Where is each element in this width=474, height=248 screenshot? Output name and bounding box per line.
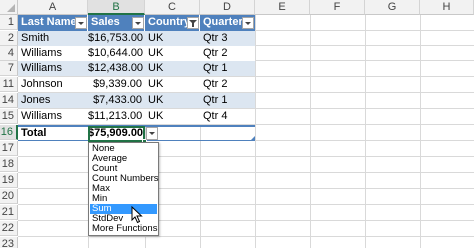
cell-country[interactable]: UK <box>145 77 200 92</box>
cell-quarter[interactable]: Qtr 3 <box>200 31 255 46</box>
cell-country[interactable]: UK <box>145 46 200 61</box>
column-header-c[interactable]: C <box>145 0 200 15</box>
column-header-a[interactable]: A <box>18 0 88 15</box>
total-function-dropdown-icon[interactable] <box>146 127 158 140</box>
mouse-pointer-icon <box>131 206 143 224</box>
cell-quarter[interactable]: Qtr 4 <box>200 109 255 124</box>
cell-last-name[interactable]: Williams <box>18 61 88 76</box>
cell-last-name[interactable]: Johnson <box>18 77 88 92</box>
cell-country[interactable]: UK <box>145 61 200 76</box>
gridline <box>18 188 474 189</box>
cell-country[interactable]: UK <box>145 31 200 46</box>
cell-quarter[interactable]: Qtr 1 <box>200 61 255 76</box>
filter-dropdown-icon[interactable] <box>75 17 87 29</box>
total-label[interactable]: Total <box>18 126 88 141</box>
cell-last-name[interactable]: Williams <box>18 46 88 61</box>
row-header-22[interactable]: 22 <box>0 221 18 236</box>
cell-country[interactable]: UK <box>145 109 200 124</box>
column-header-g[interactable]: G <box>365 0 420 15</box>
cell-last-name[interactable]: Jones <box>18 93 88 108</box>
filter-dropdown-icon[interactable] <box>132 17 144 29</box>
spreadsheet-grid[interactable]: A B C D E F G H 1 2 4 7 11 14 15 16 17 1… <box>0 0 474 248</box>
cell-sales[interactable]: $11,213.00 <box>88 109 145 124</box>
filter-active-icon[interactable] <box>187 17 199 29</box>
column-header-b[interactable]: B <box>88 0 145 15</box>
cell-quarter[interactable]: Qtr 1 <box>200 93 255 108</box>
row-header-19[interactable]: 19 <box>0 173 18 188</box>
row-header-21[interactable]: 21 <box>0 205 18 220</box>
gridline <box>365 15 366 248</box>
gridline <box>18 156 474 157</box>
row-header-15[interactable]: 15 <box>0 109 18 124</box>
gridline <box>420 15 421 248</box>
function-option-more-functions[interactable]: More Functions <box>90 224 157 234</box>
cell-sales[interactable]: $9,339.00 <box>88 77 145 92</box>
row-header-14[interactable]: 14 <box>0 93 18 108</box>
column-header-d[interactable]: D <box>200 0 255 15</box>
row-header-20[interactable]: 20 <box>0 189 18 204</box>
filter-dropdown-icon[interactable] <box>242 17 254 29</box>
cell-sales[interactable]: $7,433.00 <box>88 93 145 108</box>
cell-sales[interactable]: $12,438.00 <box>88 61 145 76</box>
gridline <box>18 236 474 237</box>
cell-country[interactable]: UK <box>145 93 200 108</box>
row-header-18[interactable]: 18 <box>0 157 18 172</box>
row-header-23[interactable]: 23 <box>0 237 18 248</box>
table-resize-handle-icon[interactable] <box>251 136 255 140</box>
gridline <box>18 172 474 173</box>
column-header-h[interactable]: H <box>420 0 474 15</box>
row-header-4[interactable]: 4 <box>0 46 18 61</box>
select-all-corner[interactable] <box>0 0 18 15</box>
row-header-1[interactable]: 1 <box>0 15 18 30</box>
gridline <box>18 204 474 205</box>
gridline <box>255 15 256 248</box>
column-header-f[interactable]: F <box>310 0 365 15</box>
total-function-list[interactable]: None Average Count Count Numbers Max Min… <box>88 142 159 236</box>
gridline <box>18 220 474 221</box>
row-header-16[interactable]: 16 <box>0 125 18 140</box>
cell-last-name[interactable]: Smith <box>18 31 88 46</box>
column-header-e[interactable]: E <box>255 0 310 15</box>
row-header-7[interactable]: 7 <box>0 61 18 76</box>
cell-quarter[interactable]: Qtr 2 <box>200 46 255 61</box>
row-header-2[interactable]: 2 <box>0 31 18 46</box>
cell-last-name[interactable]: Williams <box>18 109 88 124</box>
row-header-11[interactable]: 11 <box>0 77 18 92</box>
cell-quarter[interactable]: Qtr 2 <box>200 77 255 92</box>
cell-sales[interactable]: $16,753.00 <box>88 31 145 46</box>
active-cell-selection <box>88 126 145 142</box>
cell-sales[interactable]: $10,644.00 <box>88 46 145 61</box>
row-header-17[interactable]: 17 <box>0 141 18 156</box>
gridline <box>310 15 311 248</box>
